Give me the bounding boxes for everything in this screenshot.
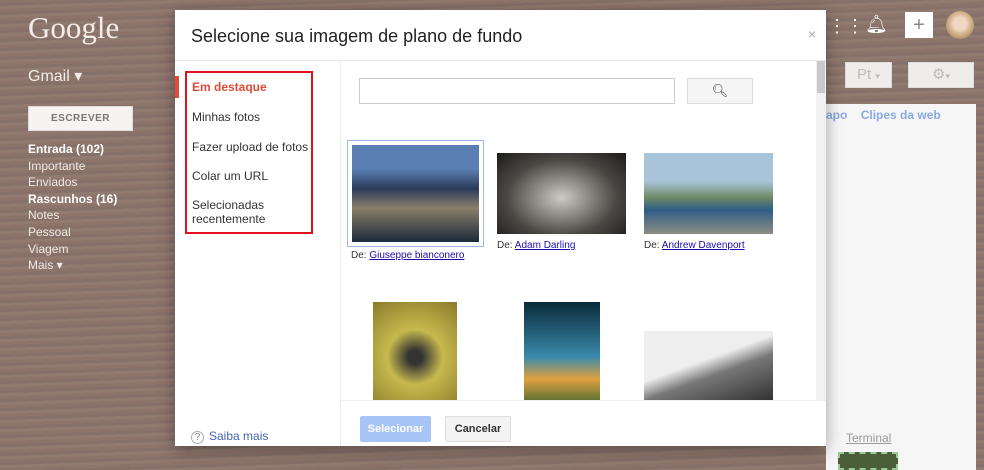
select-button[interactable]: Selecionar — [360, 416, 431, 442]
image-gallery: 🔍︎ De: Giuseppe bianconero De: Adam Darl… — [341, 60, 826, 400]
main-panel — [826, 104, 976, 470]
label-important[interactable]: Importante — [28, 158, 117, 175]
web-clips-tab[interactable]: Clipes da web — [861, 108, 941, 122]
by-label: De: — [351, 250, 367, 261]
dialog-nav: Em destaque Minhas fotos Fazer upload de… — [175, 60, 341, 446]
author-link[interactable]: Giuseppe bianconero — [369, 250, 464, 261]
gmail-menu[interactable]: Gmail ▾ — [28, 66, 82, 86]
help-label: Saiba mais — [209, 429, 269, 443]
language-label: Pt — [857, 66, 872, 83]
web-clips-bar: apo Clipes da web — [826, 108, 941, 122]
image-caption-1: De: Giuseppe bianconero — [351, 250, 464, 261]
image-thumb-3[interactable] — [644, 153, 773, 234]
gear-icon: ⚙ — [932, 66, 946, 83]
search-icon: 🔍︎ — [711, 83, 729, 98]
by-label: De: — [497, 240, 513, 251]
help-icon: ? — [191, 431, 204, 444]
nav-my-photos[interactable]: Minhas fotos — [192, 110, 260, 124]
label-personal[interactable]: Pessoal — [28, 224, 117, 241]
dialog-title: Selecione sua imagem de plano de fundo — [191, 26, 523, 46]
tab-partial[interactable]: apo — [826, 108, 847, 122]
nav-paste-url[interactable]: Colar um URL — [192, 169, 268, 183]
image-thumb-6[interactable] — [644, 331, 773, 400]
label-inbox[interactable]: Entrada (102) — [28, 141, 117, 158]
scrollbar[interactable] — [816, 61, 826, 400]
share-plus-icon[interactable]: + — [905, 12, 933, 38]
dialog-footer: Selecionar Cancelar — [341, 400, 826, 446]
label-travel[interactable]: Viagem — [28, 241, 117, 258]
close-icon[interactable]: × — [808, 26, 816, 42]
nav-upload[interactable]: Fazer upload de fotos — [192, 140, 308, 154]
compose-button[interactable]: ESCREVER — [28, 106, 133, 131]
search-button[interactable]: 🔍︎ — [687, 78, 753, 104]
nav-recent[interactable]: Selecionadas recentemente — [192, 198, 302, 226]
author-link[interactable]: Adam Darling — [515, 240, 576, 251]
active-indicator — [175, 76, 179, 98]
image-thumb-2[interactable] — [497, 153, 626, 234]
settings-button[interactable]: ⚙▾ — [908, 62, 974, 88]
image-thumb-5[interactable] — [524, 302, 600, 400]
author-link[interactable]: Andrew Davenport — [662, 240, 745, 251]
language-button[interactable]: Pt ▾ — [845, 62, 892, 88]
nav-featured[interactable]: Em destaque — [192, 80, 267, 94]
google-logo: Google — [28, 10, 120, 45]
help-link[interactable]: ? Saiba mais — [191, 429, 268, 444]
cancel-button[interactable]: Cancelar — [445, 416, 511, 442]
bell-icon[interactable]: 🔔︎ — [865, 14, 888, 35]
search-input[interactable] — [359, 78, 675, 104]
by-label: De: — [644, 240, 660, 251]
label-notes[interactable]: Notes — [28, 207, 117, 224]
theme-terminal-label[interactable]: Terminal — [846, 431, 891, 445]
apps-grid-icon[interactable]: ⋮⋮ — [828, 16, 864, 37]
image-caption-3: De: Andrew Davenport — [644, 240, 745, 251]
label-list: Entrada (102) Importante Enviados Rascun… — [28, 141, 117, 274]
image-thumb-1[interactable] — [347, 140, 484, 247]
theme-terminal-thumb[interactable] — [838, 452, 898, 470]
image-thumb-4[interactable] — [373, 302, 457, 400]
label-sent[interactable]: Enviados — [28, 174, 117, 191]
label-drafts[interactable]: Rascunhos (16) — [28, 191, 117, 208]
avatar[interactable] — [946, 11, 974, 39]
label-more[interactable]: Mais ▾ — [28, 257, 117, 274]
background-image-dialog: Selecione sua imagem de plano de fundo ×… — [175, 10, 826, 446]
image-caption-2: De: Adam Darling — [497, 240, 575, 251]
